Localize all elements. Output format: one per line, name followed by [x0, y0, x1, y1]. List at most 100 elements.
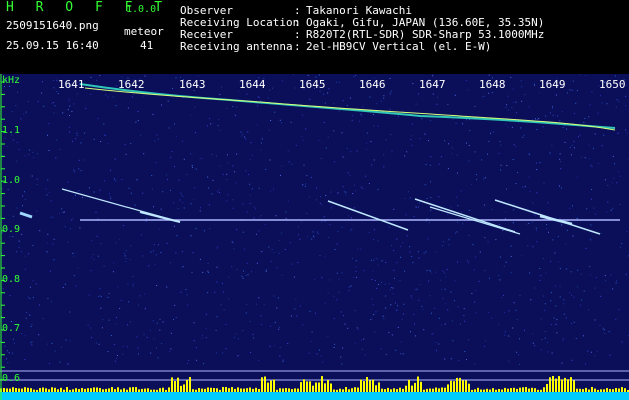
noise-speck	[73, 169, 75, 171]
noise-speck	[116, 317, 117, 318]
activity-bar	[369, 380, 371, 392]
noise-speck	[343, 315, 345, 316]
noise-speck	[569, 146, 571, 148]
noise-speck	[451, 320, 453, 322]
noise-speck	[132, 285, 134, 287]
noise-speck	[438, 317, 440, 319]
noise-speck	[319, 255, 321, 256]
noise-speck	[207, 292, 209, 294]
noise-speck	[259, 97, 261, 98]
noise-speck	[590, 239, 592, 241]
noise-speck	[374, 280, 376, 281]
noise-speck	[236, 229, 238, 231]
noise-speck	[536, 129, 538, 130]
noise-speck	[333, 103, 335, 105]
noise-speck	[475, 290, 477, 292]
noise-speck	[466, 119, 468, 121]
noise-speck	[324, 302, 326, 304]
noise-speck	[444, 140, 446, 142]
noise-speck	[211, 154, 213, 155]
noise-speck	[504, 218, 506, 220]
noise-speck	[269, 190, 271, 192]
noise-speck	[135, 121, 137, 123]
noise-speck	[245, 170, 247, 172]
noise-speck	[370, 141, 372, 143]
noise-speck	[431, 272, 433, 274]
noise-speck	[483, 95, 485, 97]
noise-speck	[557, 115, 558, 117]
noise-speck	[389, 289, 391, 291]
noise-speck	[570, 271, 572, 273]
noise-speck	[333, 318, 335, 319]
noise-speck	[419, 284, 421, 285]
noise-speck	[612, 208, 614, 210]
activity-bar	[516, 388, 518, 392]
noise-speck	[333, 130, 335, 132]
noise-speck	[216, 266, 218, 268]
noise-speck	[69, 228, 71, 230]
noise-speck	[500, 144, 502, 146]
noise-speck	[186, 363, 188, 364]
noise-speck	[95, 342, 97, 344]
noise-speck	[232, 207, 234, 209]
noise-speck	[468, 160, 470, 162]
noise-speck	[54, 105, 56, 107]
noise-speck	[515, 183, 517, 185]
activity-bar	[321, 376, 323, 392]
activity-bar	[435, 387, 437, 392]
noise-speck	[561, 362, 563, 364]
noise-speck	[447, 168, 449, 170]
noise-speck	[577, 269, 579, 271]
activity-bar	[171, 377, 173, 392]
noise-speck	[513, 144, 515, 146]
noise-speck	[46, 194, 48, 196]
noise-speck	[454, 280, 456, 282]
noise-speck	[327, 335, 329, 337]
noise-speck	[611, 182, 613, 184]
noise-speck	[373, 125, 375, 127]
noise-speck	[402, 353, 404, 355]
noise-speck	[599, 324, 601, 326]
noise-speck	[351, 257, 353, 259]
noise-speck	[60, 346, 62, 348]
noise-speck	[441, 245, 443, 247]
noise-speck	[109, 196, 111, 198]
time-tick-label: 1642	[118, 78, 145, 91]
noise-speck	[453, 300, 455, 302]
noise-speck	[351, 217, 352, 219]
noise-speck	[125, 250, 127, 252]
noise-speck	[323, 216, 325, 218]
noise-speck	[115, 105, 117, 107]
noise-speck	[534, 345, 536, 347]
noise-speck	[424, 133, 426, 135]
activity-bar	[306, 381, 308, 392]
noise-speck	[209, 118, 210, 120]
noise-speck	[571, 294, 572, 296]
noise-speck	[225, 348, 227, 350]
noise-speck	[330, 207, 332, 209]
noise-speck	[559, 158, 561, 160]
noise-speck	[614, 75, 616, 77]
noise-speck	[604, 333, 606, 334]
noise-speck	[395, 302, 396, 304]
activity-bar	[447, 384, 449, 392]
noise-speck	[539, 162, 541, 164]
noise-speck	[193, 199, 195, 201]
noise-speck	[130, 192, 132, 194]
noise-speck	[57, 93, 59, 95]
noise-speck	[69, 115, 70, 116]
noise-speck	[582, 335, 584, 337]
noise-speck	[180, 192, 182, 194]
noise-speck	[376, 258, 378, 260]
noise-speck	[329, 223, 331, 225]
noise-speck	[190, 153, 192, 155]
noise-speck	[366, 132, 368, 134]
noise-speck	[269, 89, 271, 91]
noise-speck	[148, 265, 150, 267]
activity-bar	[108, 388, 110, 392]
noise-speck	[464, 351, 466, 352]
noise-speck	[520, 127, 522, 129]
noise-speck	[52, 79, 54, 81]
noise-speck	[173, 225, 175, 227]
noise-speck	[532, 221, 534, 223]
